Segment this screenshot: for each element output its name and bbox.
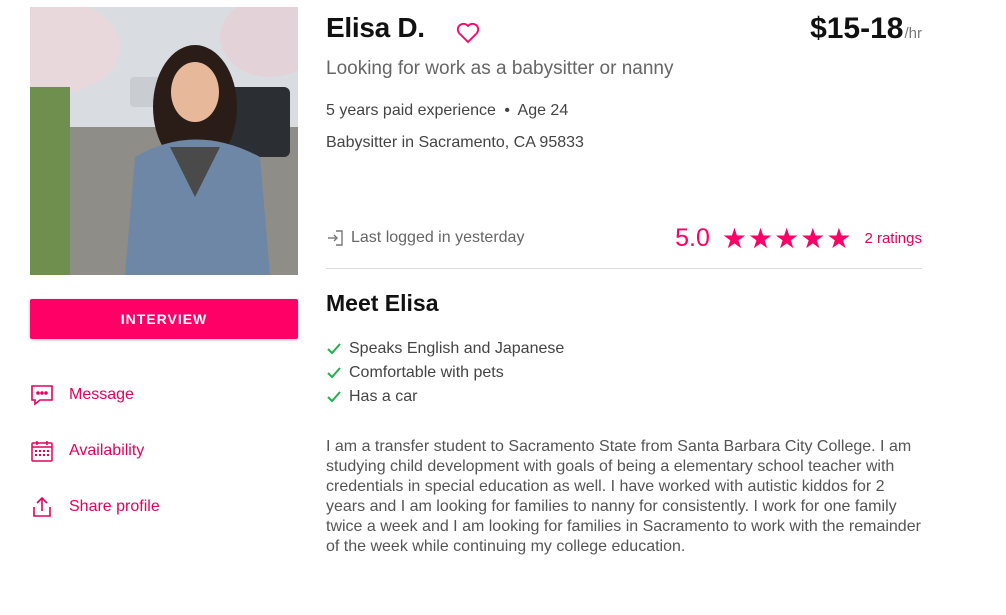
price-value: $15-18 — [810, 12, 904, 45]
check-icon — [327, 343, 341, 355]
star-icon: ★ — [826, 222, 852, 254]
meet-heading: Meet Elisa — [326, 290, 439, 316]
feature-item: Has a car — [326, 385, 564, 409]
share-profile-label: Share profile — [69, 498, 160, 515]
calendar-icon — [30, 439, 54, 463]
age-text: Age 24 — [517, 102, 569, 119]
meta-separator-dot: • — [504, 102, 510, 119]
rating-summary: 5.0 ★ ★ ★ ★ ★ 2 ratings — [675, 224, 922, 253]
ratings-count-link[interactable]: 2 ratings — [864, 230, 922, 247]
section-divider — [326, 268, 922, 269]
availability-label: Availability — [69, 442, 145, 459]
last-logged-text: Last logged in yesterday — [351, 229, 525, 246]
caregiver-name: Elisa D. — [326, 12, 425, 43]
profile-photo — [30, 7, 298, 275]
feature-text: Speaks English and Japanese — [349, 340, 565, 357]
heart-icon[interactable] — [456, 22, 480, 44]
feature-item: Speaks English and Japanese — [326, 337, 564, 361]
profile-photo-illustration — [30, 7, 298, 275]
feature-item: Comfortable with pets — [326, 361, 564, 385]
message-label: Message — [69, 386, 134, 403]
star-icon: ★ — [774, 222, 800, 254]
last-logged-in: Last logged in yesterday — [326, 229, 524, 247]
feature-text: Has a car — [349, 388, 418, 405]
check-icon — [327, 391, 341, 403]
feature-list: Speaks English and Japanese Comfortable … — [326, 337, 564, 409]
star-icon: ★ — [721, 222, 748, 254]
availability-link[interactable]: Availability — [30, 437, 144, 465]
location-text: Babysitter in Sacramento, CA 95833 — [326, 134, 584, 151]
star-icon: ★ — [748, 222, 774, 254]
tagline: Looking for work as a babysitter or nann… — [326, 58, 674, 79]
login-icon — [326, 229, 344, 247]
interview-button[interactable]: INTERVIEW — [30, 299, 298, 339]
experience-age-line: 5 years paid experience • Age 24 — [326, 102, 568, 120]
star-icon: ★ — [800, 222, 826, 254]
share-icon — [30, 495, 54, 519]
price-unit: /hr — [904, 25, 922, 42]
feature-text: Comfortable with pets — [349, 364, 504, 381]
hourly-rate: $15-18/hr — [810, 12, 922, 46]
message-link[interactable]: Message — [30, 381, 134, 409]
check-icon — [327, 367, 341, 379]
bio-text: I am a transfer student to Sacramento St… — [326, 438, 921, 555]
share-profile-link[interactable]: Share profile — [30, 493, 160, 521]
chat-icon — [30, 383, 54, 407]
rating-score: 5.0 — [675, 224, 710, 252]
experience-text: 5 years paid experience — [326, 102, 496, 119]
